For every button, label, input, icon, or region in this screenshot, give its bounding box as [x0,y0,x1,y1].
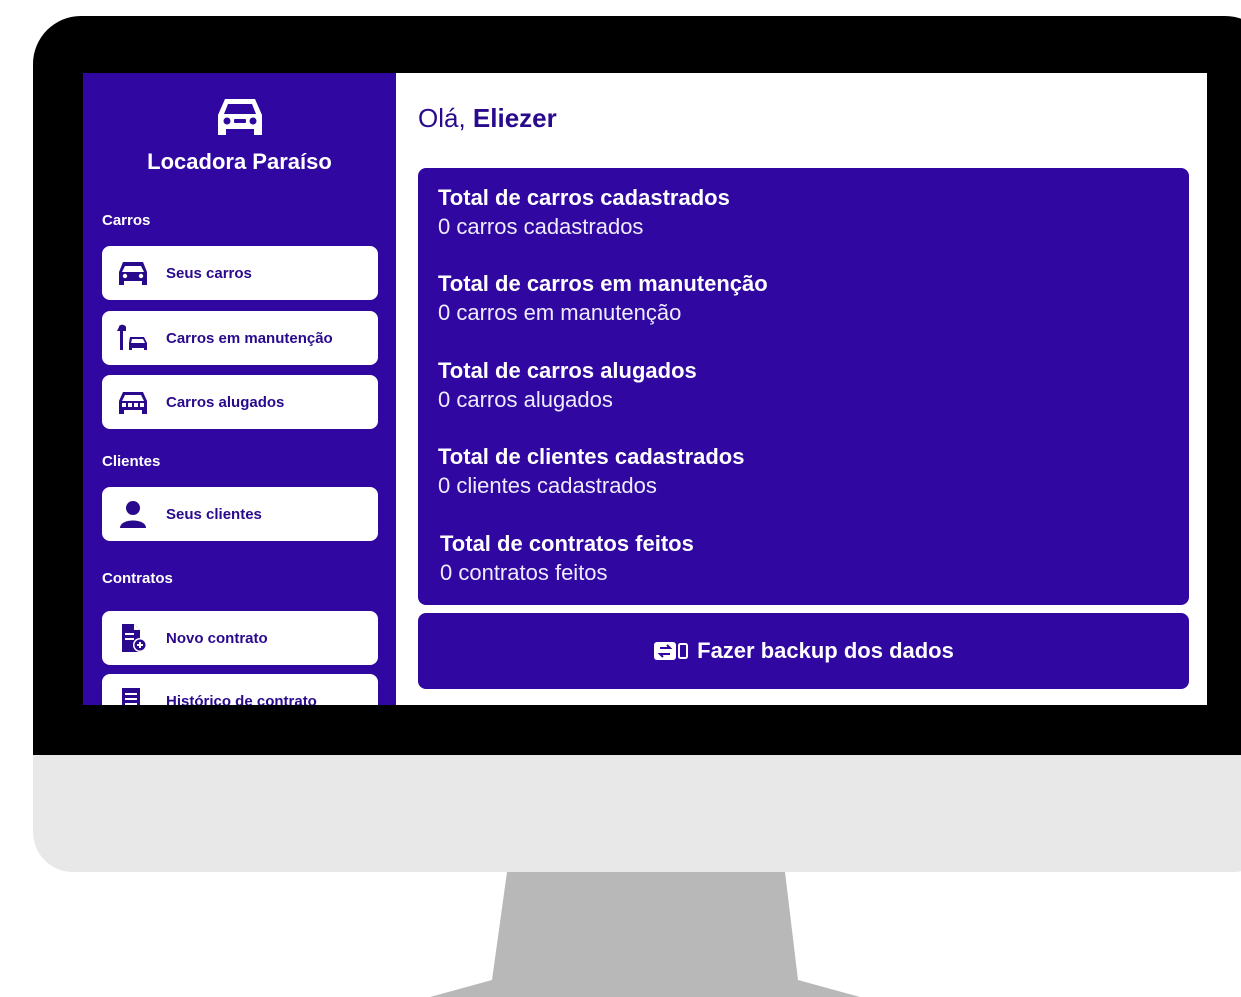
sidebar-item-label: Novo contrato [166,629,268,647]
app-screen: Locadora Paraíso Carros Seus carros Carr… [83,73,1207,705]
user-icon [120,501,146,528]
monitor-mockup: Locadora Paraíso Carros Seus carros Carr… [0,0,1241,997]
greeting: Olá, Eliezer [418,103,557,134]
sidebar-item-label: Carros em manutenção [166,329,333,347]
sidebar-item-seus-carros[interactable]: Seus carros [102,246,378,300]
file-add-icon [122,624,147,652]
user-name: Eliezer [472,103,557,133]
stat-title: Total de carros cadastrados [438,185,730,210]
sidebar-item-label: Carros alugados [166,393,285,411]
sidebar-item-carros-alugados[interactable]: Carros alugados [102,375,378,429]
car-front-icon [217,99,262,135]
stat-carros-alugados: Total de carros alugados 0 carros alugad… [438,357,697,415]
stat-value: 0 contratos feitos [440,560,608,585]
sidebar-item-label: Seus carros [166,264,252,282]
brand: Locadora Paraíso [83,73,396,175]
section-label-contratos: Contratos [102,570,173,587]
sidebar: Locadora Paraíso Carros Seus carros Carr… [83,73,396,705]
monitor-chin [33,755,1241,872]
summary-card: Total de carros cadastrados 0 carros cad… [418,168,1189,605]
sidebar-item-historico-contrato[interactable]: Histórico de contrato [102,674,378,705]
section-label-clientes: Clientes [102,453,161,470]
stat-carros-manutencao: Total de carros em manutenção 0 carros e… [438,270,768,328]
stat-title: Total de contratos feitos [440,531,694,556]
backup-icon [654,642,689,660]
greeting-prefix: Olá, [418,103,473,133]
sidebar-item-label: Seus clientes [166,505,262,523]
main-content: Olá, Eliezer Total de carros cadastrados… [396,73,1207,705]
stat-value: 0 clientes cadastrados [438,473,657,498]
stat-clientes-cadastrados: Total de clientes cadastrados 0 clientes… [438,443,744,501]
stat-contratos-feitos: Total de contratos feitos 0 contratos fe… [440,530,694,588]
car-front-icon [119,262,147,285]
monitor-stand [430,872,860,997]
stat-title: Total de carros alugados [438,358,697,383]
sidebar-item-seus-clientes[interactable]: Seus clientes [102,487,378,541]
sidebar-item-label: Histórico de contrato [166,692,317,706]
sidebar-item-novo-contrato[interactable]: Novo contrato [102,611,378,665]
backup-button[interactable]: Fazer backup dos dados [418,613,1189,689]
list-icon [122,688,140,705]
car-rented-icon [119,392,147,414]
stat-value: 0 carros em manutenção [438,300,682,325]
stat-value: 0 carros alugados [438,387,613,412]
brand-name: Locadora Paraíso [147,149,332,174]
wrench-car-icon [117,324,147,350]
backup-label: Fazer backup dos dados [697,638,954,663]
section-label-carros: Carros [102,212,151,229]
stat-title: Total de clientes cadastrados [438,444,745,469]
stat-title: Total de carros em manutenção [438,271,768,296]
sidebar-item-carros-manutencao[interactable]: Carros em manutenção [102,311,378,365]
stat-value: 0 carros cadastrados [438,214,644,239]
stat-carros-cadastrados: Total de carros cadastrados 0 carros cad… [438,184,730,242]
